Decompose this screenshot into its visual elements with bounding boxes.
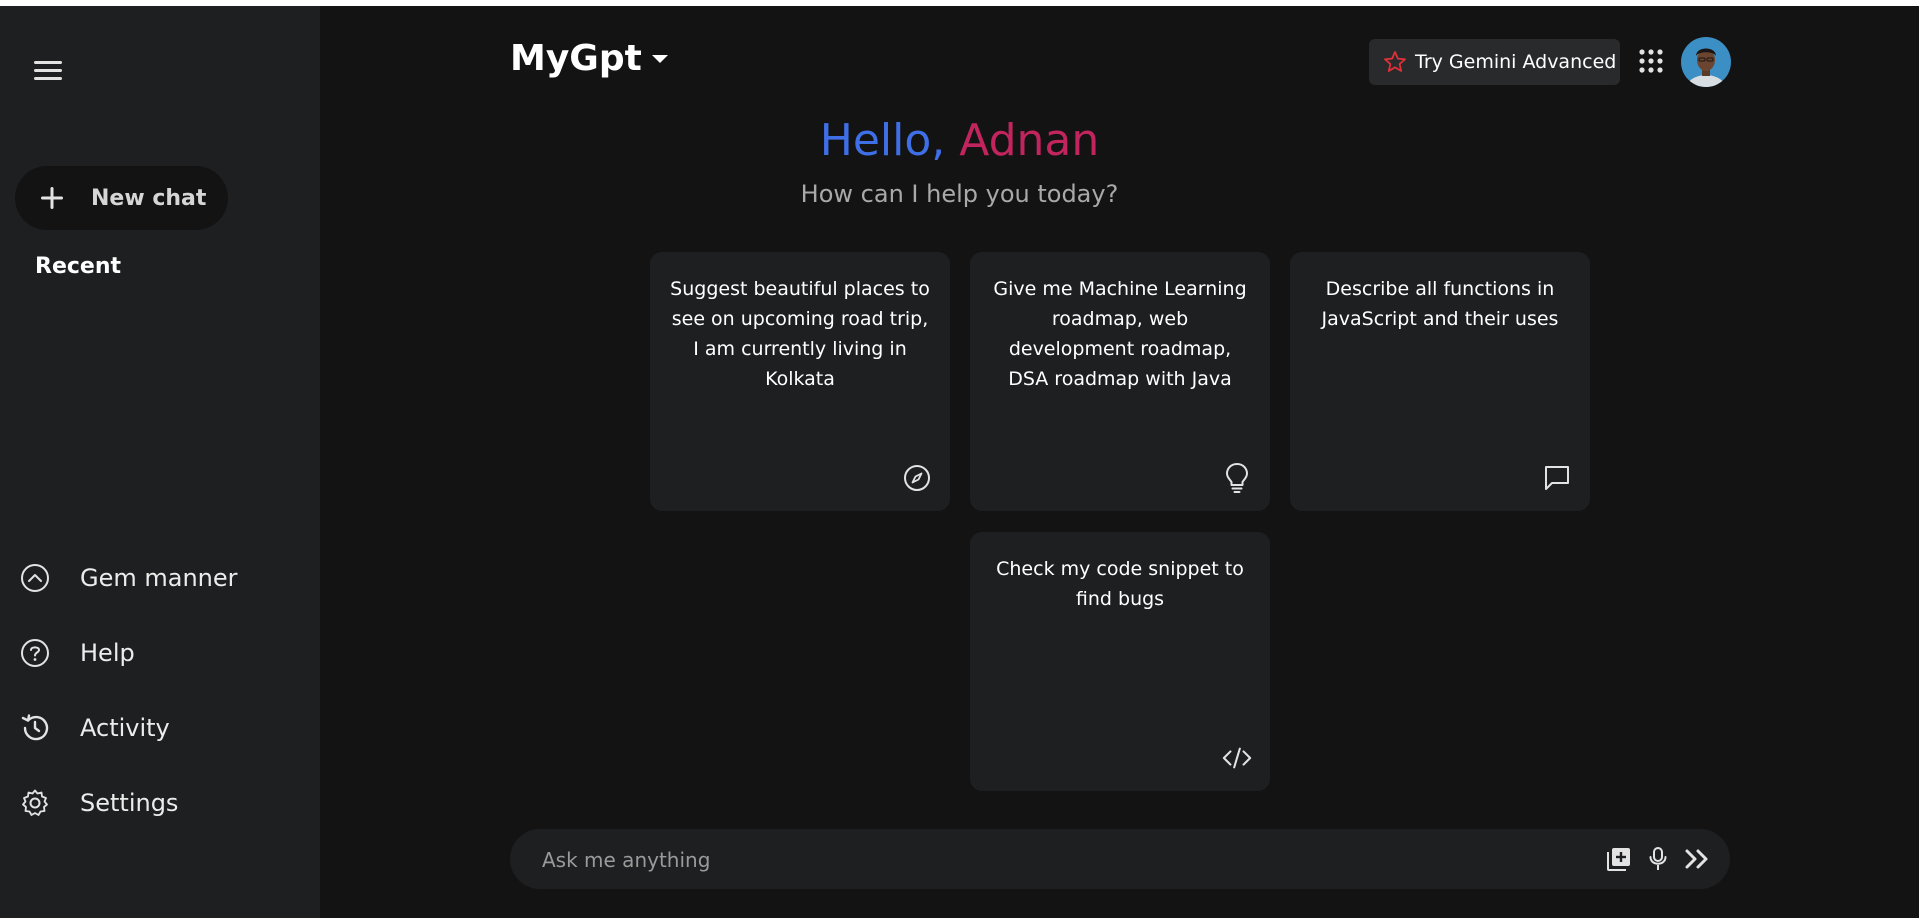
suggestion-text: Suggest beautiful places to see on upcom… — [670, 278, 930, 390]
lightbulb-icon — [1222, 463, 1252, 493]
apps-grid-icon[interactable] — [1638, 48, 1664, 74]
suggestion-text: Check my code snippet to find bugs — [996, 558, 1244, 610]
compass-icon — [902, 463, 932, 493]
gear-icon — [18, 786, 52, 820]
history-icon — [18, 711, 52, 745]
sidebar-item-help[interactable]: Help — [18, 631, 298, 675]
suggestion-card[interactable]: Check my code snippet to find bugs — [970, 532, 1270, 791]
sidebar-item-activity[interactable]: Activity — [18, 706, 298, 750]
recent-heading: Recent — [35, 254, 122, 279]
star-icon — [1383, 50, 1407, 74]
message-icon — [1542, 463, 1572, 493]
greeting-name: Adnan — [959, 115, 1100, 166]
greeting-subtitle: How can I help you today? — [800, 180, 1119, 208]
sidebar-item-label: Gem manner — [80, 564, 238, 592]
prompt-bar — [510, 829, 1730, 891]
suggestion-card[interactable]: Give me Machine Learning roadmap, web de… — [970, 252, 1270, 511]
add-image-icon[interactable] — [1605, 845, 1633, 873]
code-icon — [1222, 743, 1252, 773]
try-gemini-advanced-button[interactable]: Try Gemini Advanced — [1369, 39, 1620, 85]
caret-down-icon — [651, 54, 668, 63]
sidebar-item-label: Activity — [80, 714, 170, 742]
sidebar-item-label: Settings — [80, 789, 179, 817]
greeting: Hello, Adnan — [0, 115, 1919, 166]
hamburger-icon — [34, 61, 62, 80]
greeting-hello: Hello, — [819, 115, 946, 166]
suggestion-card[interactable]: Describe all functions in JavaScript and… — [1290, 252, 1590, 511]
model-selector[interactable]: MyGpt — [510, 38, 668, 79]
app-title: MyGpt — [510, 38, 642, 79]
sidebar-item-gem-manner[interactable]: Gem manner — [18, 556, 298, 600]
sidebar-item-settings[interactable]: Settings — [18, 781, 298, 825]
microphone-icon[interactable] — [1644, 845, 1672, 873]
chevron-up-circle-icon — [18, 561, 52, 595]
prompt-input[interactable] — [540, 829, 1544, 891]
sidebar-item-label: Help — [80, 639, 135, 667]
try-gemini-label: Try Gemini Advanced — [1415, 51, 1617, 73]
help-circle-icon — [18, 636, 52, 670]
suggestion-text: Describe all functions in JavaScript and… — [1321, 278, 1559, 330]
menu-button[interactable] — [30, 52, 66, 88]
suggestion-text: Give me Machine Learning roadmap, web de… — [993, 278, 1247, 390]
avatar[interactable] — [1681, 37, 1731, 87]
suggestion-card[interactable]: Suggest beautiful places to see on upcom… — [650, 252, 950, 511]
send-icon[interactable] — [1683, 845, 1711, 873]
